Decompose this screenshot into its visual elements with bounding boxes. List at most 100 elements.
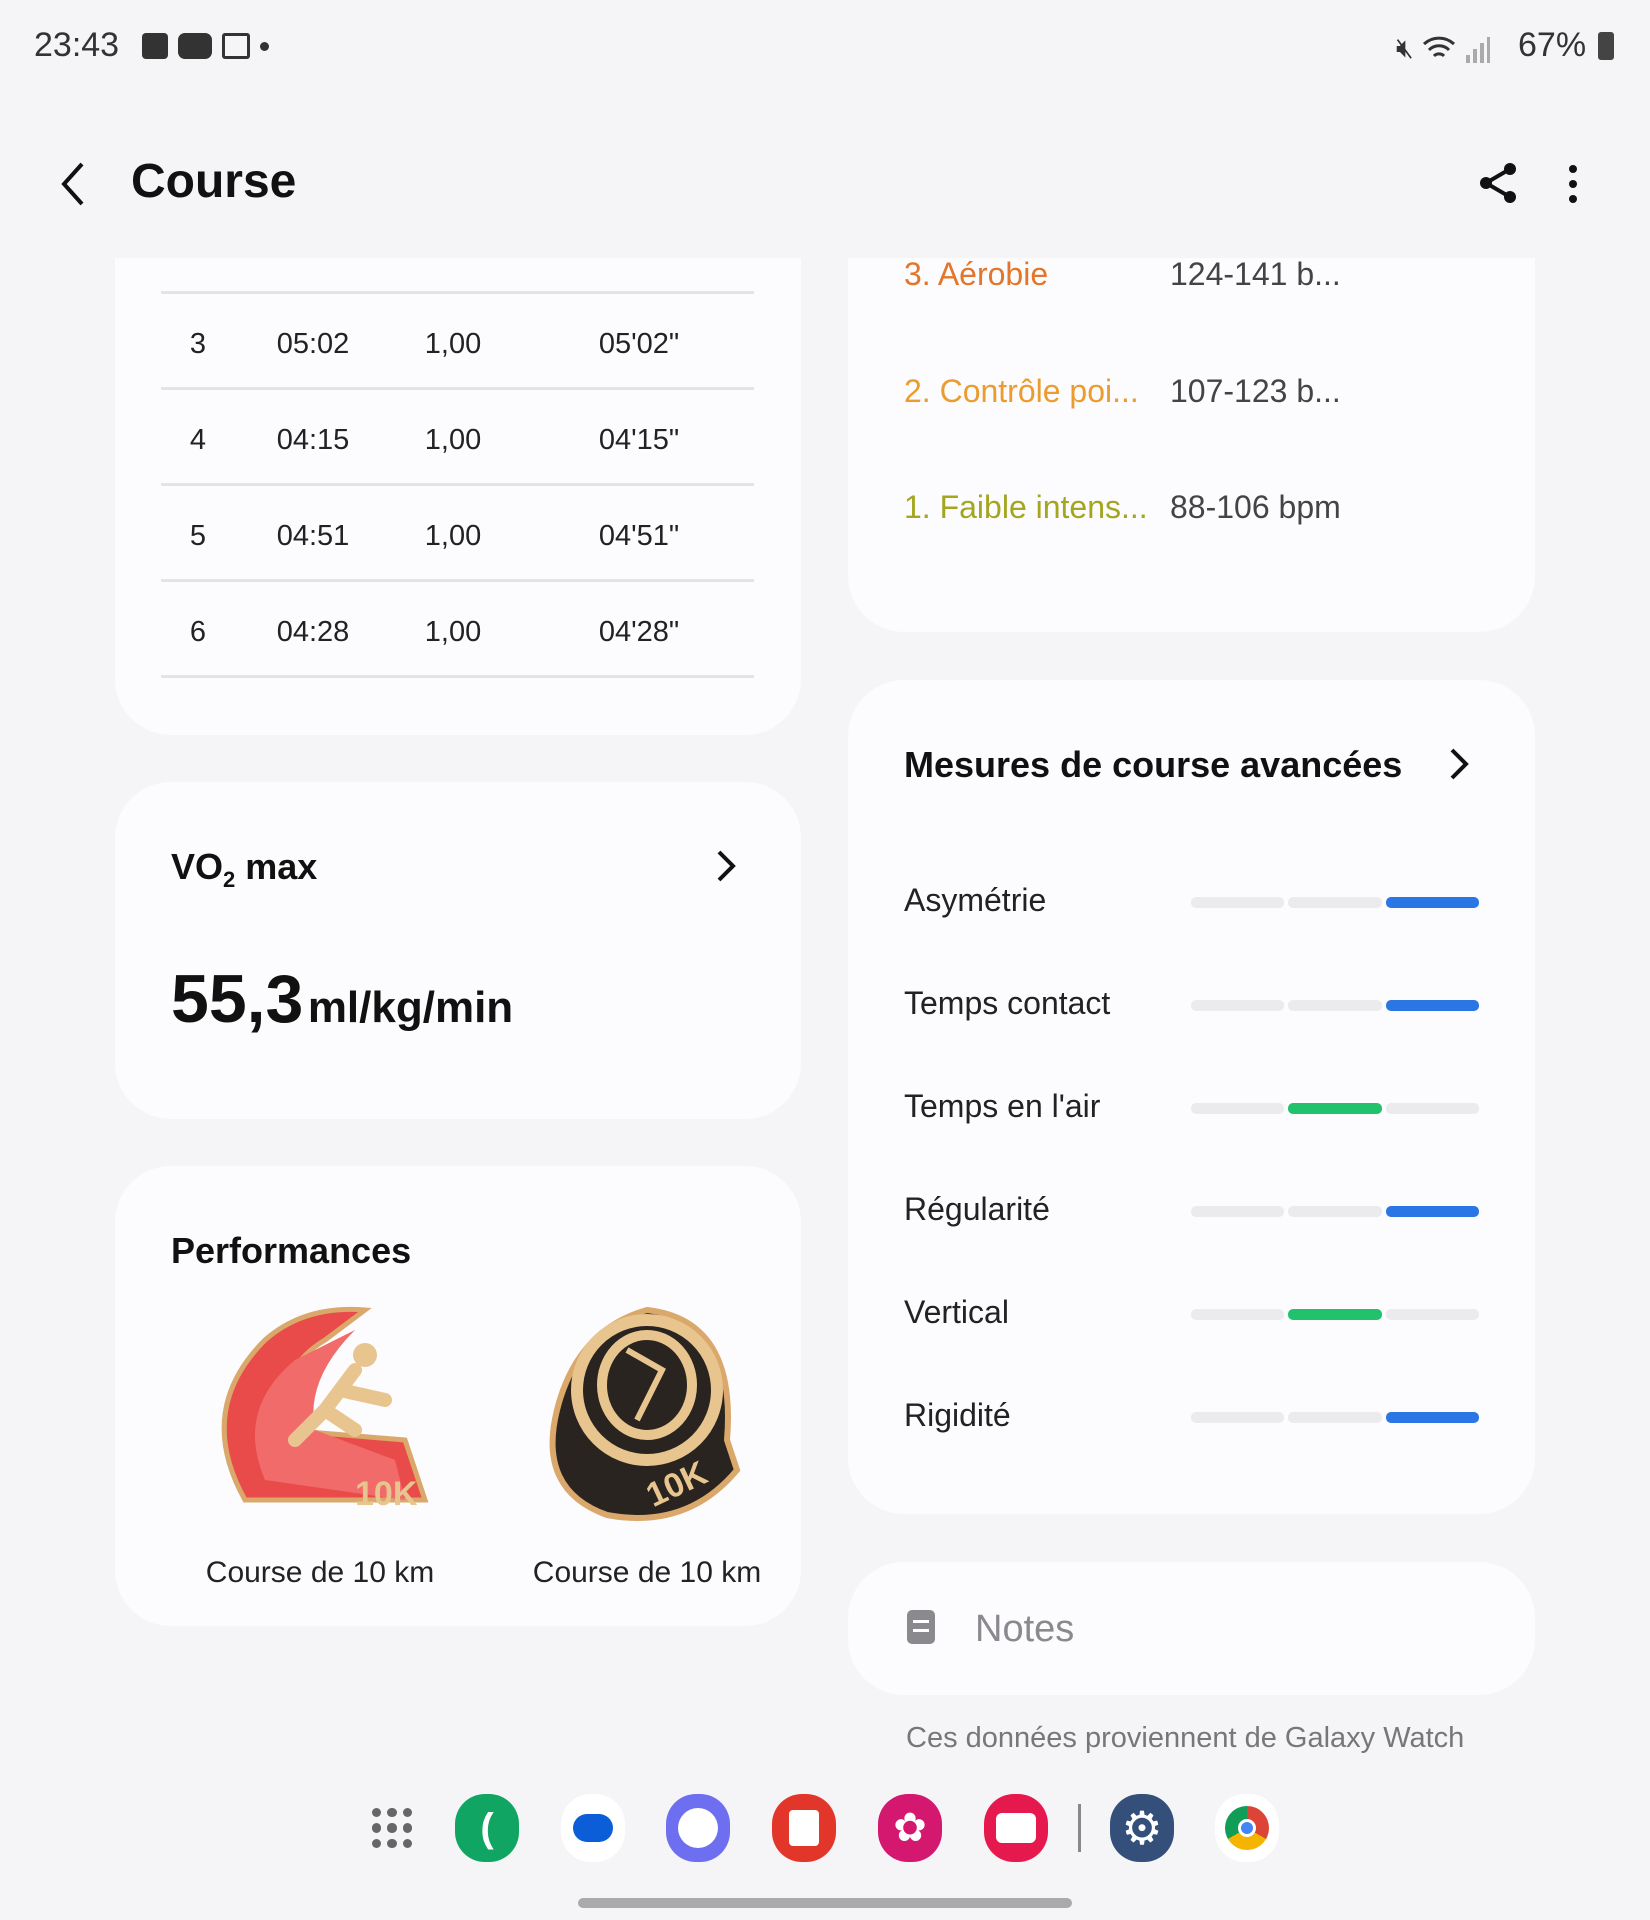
bar-segment xyxy=(1288,1000,1382,1011)
bar-segment xyxy=(1191,1412,1285,1423)
zone-label: 3. Aérobie xyxy=(904,258,1049,292)
mute-icon: 🔇︎ xyxy=(1396,32,1414,63)
chrome-icon[interactable] xyxy=(1215,1794,1279,1862)
metric-label: Temps en l'air xyxy=(904,1088,1101,1124)
table-row: 4 04:15 1,00 04'15" xyxy=(161,390,754,486)
dot-icon xyxy=(260,41,269,51)
bar-segment xyxy=(1288,1309,1382,1320)
notes-app-icon[interactable] xyxy=(772,1794,836,1862)
table-row: 3 05:02 1,00 05'02" xyxy=(161,294,754,390)
performances-title: Performances xyxy=(171,1230,412,1271)
bar-segment xyxy=(1191,1103,1285,1114)
cell-pace: 04'51" xyxy=(598,520,680,552)
cell-distance: 1,00 xyxy=(424,328,482,360)
notes-input[interactable]: Notes xyxy=(848,1562,1535,1695)
zone-range: 107-123 b... xyxy=(1170,373,1341,409)
messages-icon[interactable] xyxy=(561,1794,625,1862)
zone-label: 1. Faible intens... xyxy=(904,489,1148,525)
table-row: 5 04:51 1,00 04'51" xyxy=(161,486,754,582)
bar-segment xyxy=(1288,1103,1382,1114)
metric-label: Temps contact xyxy=(904,985,1111,1021)
notification-icons xyxy=(142,33,269,59)
cell-time: 04:15 xyxy=(276,424,350,456)
bar-segment xyxy=(1191,1206,1285,1217)
performances-card: Performances 10K 10K Course de 10 km Cou… xyxy=(115,1166,801,1626)
battery-percent: 67% xyxy=(1518,26,1587,64)
back-icon[interactable] xyxy=(58,160,88,208)
metric-level-bar xyxy=(1191,1412,1479,1423)
bar-segment xyxy=(1385,1206,1479,1217)
vo2max-card[interactable]: VO2 max 55,3 ml/kg/min xyxy=(115,782,801,1119)
zone-range: 88-106 bpm xyxy=(1170,489,1341,525)
wifi-icon xyxy=(1422,36,1455,57)
metric-label: Rigidité xyxy=(904,1397,1011,1433)
notes-placeholder: Notes xyxy=(975,1608,1075,1650)
metric-level-bar xyxy=(1191,1103,1479,1114)
chevron-right-icon[interactable] xyxy=(715,848,739,884)
page-title: Course xyxy=(131,155,297,208)
table-row: 6 04:28 1,00 04'28" xyxy=(161,582,754,678)
cell-km: 3 xyxy=(189,328,207,360)
youtube-icon xyxy=(178,33,212,59)
phone-icon[interactable]: ( xyxy=(455,1794,519,1862)
cell-distance: 1,00 xyxy=(424,424,482,456)
scroll-content[interactable]: 3 05:02 1,00 05'02" 4 04:15 1,00 04'15" 5 04:51… xyxy=(0,258,1650,1770)
cell-distance: 1,00 xyxy=(424,616,482,648)
bar-segment xyxy=(1288,1206,1382,1217)
metric-level-bar xyxy=(1191,1206,1479,1217)
cell-pace: 04'28" xyxy=(598,616,680,648)
zone-range: 124-141 b... xyxy=(1170,258,1341,292)
cell-km: 6 xyxy=(189,616,207,648)
chevron-right-icon[interactable] xyxy=(1448,746,1472,782)
svg-text:10K: 10K xyxy=(355,1475,418,1513)
cell-time: 05:02 xyxy=(276,328,350,360)
vo2max-value: 55,3 ml/kg/min xyxy=(171,961,514,1037)
bar-segment xyxy=(1191,1309,1285,1320)
metric-level-bar xyxy=(1191,1309,1479,1320)
table-header-divider xyxy=(161,258,754,294)
bar-segment xyxy=(1385,1000,1479,1011)
data-source-text: Ces données proviennent de Galaxy Watch xyxy=(906,1722,1465,1754)
cell-time: 04:51 xyxy=(276,520,350,552)
cell-km: 4 xyxy=(189,424,207,456)
bar-segment xyxy=(1288,897,1382,908)
cell-km: 5 xyxy=(189,520,207,552)
badge-10k-black-icon[interactable]: 10K xyxy=(547,1300,747,1530)
metric-level-bar xyxy=(1191,897,1479,908)
heart-rate-zones-card xyxy=(848,258,1535,632)
badge-label: Course de 10 km xyxy=(205,1556,435,1589)
metric-label: Asymétrie xyxy=(904,882,1047,918)
gallery-app-icon[interactable]: ✿ xyxy=(878,1794,942,1862)
metric-level-bar xyxy=(1191,1000,1479,1011)
metric-label: Vertical xyxy=(904,1294,1009,1330)
settings-icon[interactable]: ⚙ xyxy=(1110,1794,1174,1862)
camera-icon[interactable] xyxy=(984,1794,1048,1862)
notes-icon xyxy=(907,1610,935,1644)
calendar-icon xyxy=(222,33,250,59)
gallery-icon xyxy=(142,33,168,59)
dock-divider xyxy=(1078,1804,1081,1852)
bar-segment xyxy=(1385,1103,1479,1114)
advanced-title: Mesures de course avancées xyxy=(904,744,1403,785)
cell-pace: 04'15" xyxy=(598,424,680,456)
cell-pace: 05'02" xyxy=(598,328,680,360)
apps-icon[interactable] xyxy=(372,1808,412,1848)
more-icon[interactable] xyxy=(1566,164,1580,204)
zone-label: 2. Contrôle poi... xyxy=(904,373,1139,409)
share-icon[interactable] xyxy=(1478,162,1518,204)
badge-10k-red-icon[interactable]: 10K xyxy=(205,1300,435,1530)
home-indicator[interactable] xyxy=(578,1898,1072,1908)
badge-label: Course de 10 km xyxy=(532,1556,762,1589)
vo2max-title: VO2 max xyxy=(171,846,318,893)
metric-label: Régularité xyxy=(904,1191,1050,1227)
bar-segment xyxy=(1191,1000,1285,1011)
bar-segment xyxy=(1385,897,1479,908)
cell-distance: 1,00 xyxy=(424,520,482,552)
battery-icon xyxy=(1598,32,1614,60)
status-time: 23:43 xyxy=(34,26,120,64)
signal-icon xyxy=(1465,36,1490,63)
bar-segment xyxy=(1385,1309,1479,1320)
internet-icon[interactable] xyxy=(666,1794,730,1862)
bar-segment xyxy=(1288,1412,1382,1423)
bar-segment xyxy=(1191,897,1285,908)
